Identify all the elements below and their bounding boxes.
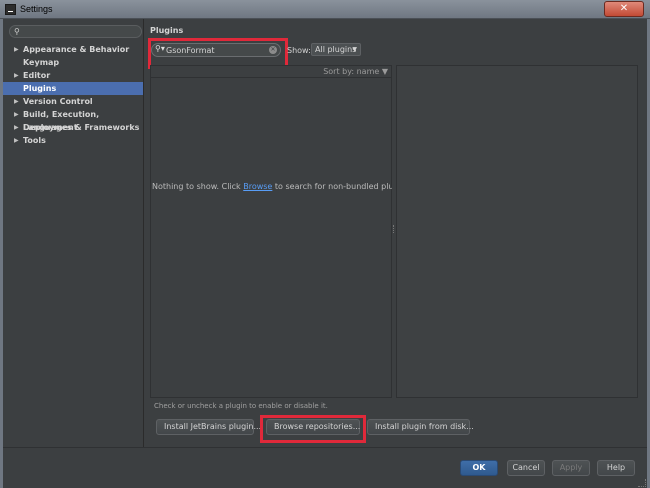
sidebar-item-label: Tools: [23, 136, 46, 145]
sidebar-item-tools[interactable]: ▶ Tools: [3, 134, 143, 147]
empty-suffix: to search for non-bundled plugins: [272, 182, 411, 191]
install-jetbrains-plugin-button[interactable]: Install JetBrains plugin...: [156, 419, 261, 435]
sidebar-item-build[interactable]: ▶ Build, Execution, Deployment: [3, 108, 143, 132]
help-button[interactable]: Help: [597, 460, 635, 476]
sidebar-item-label: Version Control: [23, 97, 93, 106]
plugins-panel: Plugins ⚲▾ ✕ Show: All plugins ▼ Sort by…: [145, 19, 647, 447]
window-title: Settings: [20, 4, 53, 14]
window-close-button[interactable]: ✕: [604, 1, 644, 17]
cancel-button[interactable]: Cancel: [507, 460, 545, 476]
sort-bar: Sort by: name ▼: [151, 66, 391, 78]
app-icon: [5, 4, 16, 15]
dialog-footer: OK Cancel Apply Help: [3, 447, 647, 488]
browse-highlight-box: [260, 415, 366, 443]
empty-list-message: Nothing to show. Click Browse to search …: [152, 182, 410, 191]
sidebar-item-label: Plugins: [23, 84, 57, 93]
sort-by-label: Sort by: name: [323, 67, 380, 76]
title-bar: Settings ✕: [0, 0, 650, 19]
page-title: Plugins: [150, 26, 184, 35]
install-from-disk-button[interactable]: Install plugin from disk...: [367, 419, 474, 435]
sidebar-item-keymap[interactable]: Keymap: [3, 56, 143, 69]
sidebar-item-version-control[interactable]: ▶ Version Control: [3, 95, 143, 108]
show-filter-select[interactable]: All plugins ▼: [311, 43, 361, 56]
browse-link[interactable]: Browse: [243, 182, 272, 191]
sort-by-dropdown[interactable]: Sort by: name ▼: [323, 67, 388, 76]
expand-arrow-icon[interactable]: ▶: [14, 121, 19, 134]
expand-arrow-icon[interactable]: ▶: [14, 43, 19, 56]
sidebar-item-label: Appearance & Behavior: [23, 45, 130, 54]
show-filter-label: Show:: [287, 46, 311, 55]
caret-down-icon: ▼: [381, 67, 388, 76]
enable-hint-text: Check or uncheck a plugin to enable or d…: [154, 402, 328, 410]
sidebar-item-editor[interactable]: ▶ Editor: [3, 69, 143, 82]
expand-arrow-icon[interactable]: ▶: [14, 69, 19, 82]
sidebar-item-appearance[interactable]: ▶ Appearance & Behavior: [3, 43, 143, 56]
expand-arrow-icon[interactable]: ▶: [14, 95, 19, 108]
caret-down-icon: ▼: [352, 46, 357, 53]
plugin-list[interactable]: Sort by: name ▼ Nothing to show. Click B…: [150, 65, 410, 398]
show-filter-value: All plugins: [315, 45, 357, 54]
expand-arrow-icon[interactable]: ▶: [14, 108, 19, 121]
sidebar-item-label: Editor: [23, 71, 51, 80]
sidebar-search-input[interactable]: ⚲: [9, 25, 142, 38]
settings-sidebar: ⚲ ▶ Appearance & Behavior Keymap ▶ Edito…: [3, 19, 144, 447]
expand-arrow-icon[interactable]: ▶: [14, 134, 19, 147]
sidebar-item-label: Languages & Frameworks: [23, 123, 140, 132]
sidebar-item-plugins[interactable]: Plugins: [3, 82, 143, 95]
search-icon: ⚲: [14, 27, 20, 36]
apply-button[interactable]: Apply: [552, 460, 590, 476]
resize-grip-icon[interactable]: [638, 479, 646, 487]
sidebar-item-label: Keymap: [23, 58, 60, 67]
ok-button[interactable]: OK: [460, 460, 498, 476]
empty-prefix: Nothing to show. Click: [152, 182, 244, 191]
plugin-details-panel: [396, 65, 638, 398]
sidebar-item-languages[interactable]: ▶ Languages & Frameworks: [3, 121, 143, 134]
splitter-grip-icon: [393, 225, 395, 233]
